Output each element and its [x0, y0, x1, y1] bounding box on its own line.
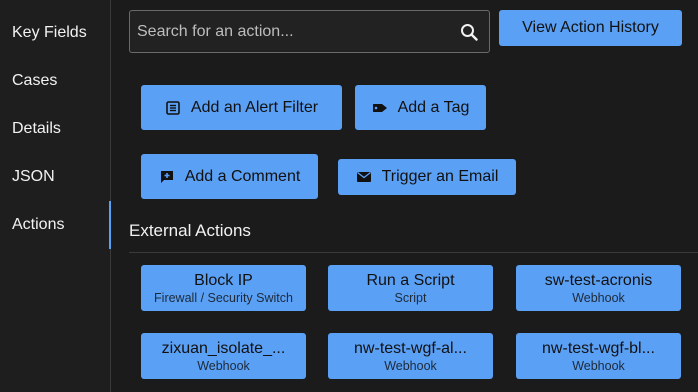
external-action-type: Firewall / Security Switch: [154, 290, 293, 305]
sidebar-item-label: JSON: [12, 168, 55, 185]
add-alert-filter-button[interactable]: Add an Alert Filter: [141, 85, 342, 130]
external-action-name: Block IP: [194, 271, 253, 289]
actions-panel: View Action History Add an Alert Filter: [111, 0, 698, 392]
sidebar-item-label: Details: [12, 120, 61, 137]
external-action-name: Run a Script: [366, 271, 455, 289]
trigger-email-label: Trigger an Email: [381, 168, 499, 185]
sidebar-item-details[interactable]: Details: [0, 105, 111, 153]
external-action-name: nw-test-wgf-al...: [354, 339, 467, 357]
external-action-card[interactable]: sw-test-acronis Webhook: [516, 265, 681, 311]
view-action-history-label: View Action History: [522, 19, 659, 36]
app-root: Key Fields Cases Details JSON Actions Vi: [0, 0, 698, 392]
external-action-type: Webhook: [572, 358, 625, 373]
add-alert-filter-label: Add an Alert Filter: [190, 98, 319, 116]
sidebar: Key Fields Cases Details JSON Actions: [0, 0, 111, 392]
view-action-history-button[interactable]: View Action History: [499, 10, 682, 46]
add-comment-button[interactable]: Add a Comment: [141, 154, 318, 199]
sidebar-item-json[interactable]: JSON: [0, 153, 111, 201]
external-action-type: Webhook: [384, 358, 437, 373]
external-action-type: Script: [394, 290, 427, 305]
sidebar-item-actions[interactable]: Actions: [0, 201, 111, 249]
external-action-type: Webhook: [572, 290, 625, 305]
external-action-card[interactable]: zixuan_isolate_... Webhook: [141, 333, 306, 379]
search-icon[interactable]: [459, 22, 479, 42]
envelope-icon: [356, 169, 372, 185]
sidebar-item-label: Key Fields: [12, 24, 87, 41]
sidebar-item-label: Actions: [12, 216, 65, 233]
sidebar-item-key-fields[interactable]: Key Fields: [0, 9, 111, 57]
search-box: [129, 10, 490, 53]
add-comment-label: Add a Comment: [184, 167, 301, 185]
external-action-card[interactable]: Block IP Firewall / Security Switch: [141, 265, 306, 311]
external-action-name: zixuan_isolate_...: [161, 339, 286, 357]
add-tag-label: Add a Tag: [397, 98, 470, 116]
sidebar-item-cases[interactable]: Cases: [0, 57, 111, 105]
external-action-type: Webhook: [197, 358, 250, 373]
external-action-card[interactable]: nw-test-wgf-al... Webhook: [328, 333, 493, 379]
external-action-name: sw-test-acronis: [544, 271, 653, 289]
list-icon: [165, 100, 181, 116]
section-divider: [129, 252, 698, 253]
external-action-card[interactable]: Run a Script Script: [328, 265, 493, 311]
comment-plus-icon: [159, 169, 175, 185]
external-action-card[interactable]: nw-test-wgf-bl... Webhook: [516, 333, 681, 379]
trigger-email-button[interactable]: Trigger an Email: [338, 159, 516, 195]
search-input[interactable]: [137, 22, 459, 41]
tag-icon: [372, 100, 388, 116]
sidebar-item-label: Cases: [12, 72, 58, 89]
add-tag-button[interactable]: Add a Tag: [355, 85, 486, 130]
external-action-name: nw-test-wgf-bl...: [542, 339, 655, 357]
external-actions-title: External Actions: [129, 221, 251, 240]
